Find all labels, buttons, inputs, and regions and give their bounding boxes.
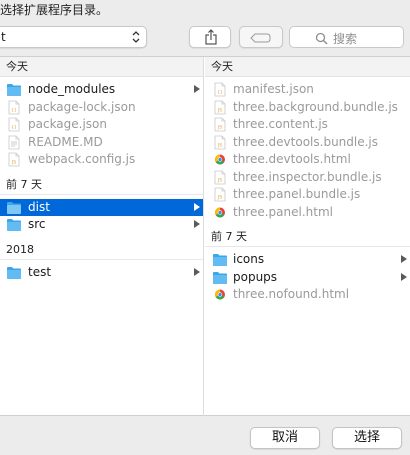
item-label: package-lock.json bbox=[28, 99, 136, 114]
file-item[interactable]: JS three.content.js bbox=[205, 116, 410, 133]
tag-button[interactable] bbox=[239, 26, 283, 48]
item-label: manifest.json bbox=[233, 82, 314, 96]
js-file-icon: JS bbox=[8, 152, 20, 167]
search-icon bbox=[315, 32, 328, 45]
chrome-html-file-icon bbox=[215, 289, 225, 300]
file-item[interactable]: README.MD bbox=[0, 134, 203, 151]
item-label: README.MD bbox=[28, 134, 103, 149]
item-label: three.content.js bbox=[233, 117, 328, 131]
toolbar: t 搜索 bbox=[0, 26, 410, 50]
item-label: src bbox=[28, 217, 46, 231]
folder-item[interactable]: popups bbox=[205, 269, 410, 286]
item-label: three.panel.html bbox=[233, 204, 334, 219]
folder-item[interactable]: src bbox=[0, 216, 203, 233]
item-label: three.background.bundle.js bbox=[233, 99, 398, 114]
section-header: 今天 bbox=[0, 57, 203, 77]
disclosure-arrow-icon bbox=[401, 272, 407, 281]
item-label: package.json bbox=[28, 117, 108, 131]
svg-text:{}: {} bbox=[217, 90, 223, 96]
disclosure-arrow-icon bbox=[401, 255, 407, 263]
folder-icon bbox=[213, 271, 227, 284]
svg-text:JS: JS bbox=[11, 160, 16, 166]
file-item[interactable]: JS three.background.bundle.js bbox=[205, 99, 410, 116]
item-label: three.panel.bundle.js bbox=[233, 187, 361, 201]
json-file-icon: {} bbox=[8, 100, 20, 114]
dialog-title: 选择扩展程序目录。 bbox=[0, 3, 109, 17]
item-label: three.inspector.bundle.js bbox=[233, 169, 382, 184]
item-label: webpack.config.js bbox=[28, 152, 136, 166]
json-file-icon: {} bbox=[8, 117, 20, 132]
section-header: 今天 bbox=[205, 57, 410, 77]
js-file-icon: JS bbox=[214, 100, 226, 114]
file-item[interactable]: three.devtools.html bbox=[205, 151, 410, 168]
file-item[interactable]: three.nofound.html bbox=[205, 286, 410, 303]
choose-button[interactable]: 选择 bbox=[332, 427, 402, 449]
tag-icon bbox=[250, 33, 271, 43]
folder-item[interactable]: dist bbox=[0, 198, 203, 216]
search-field[interactable]: 搜索 bbox=[289, 26, 404, 48]
folder-icon bbox=[7, 266, 21, 279]
svg-text:{}: {} bbox=[11, 125, 17, 131]
js-file-icon: JS bbox=[214, 117, 226, 132]
js-file-icon: JS bbox=[214, 135, 226, 149]
section-header: 前 7 天 bbox=[0, 174, 203, 195]
column-browser: 今天 node_modules {} package-lock.json {} pa… bbox=[0, 56, 410, 416]
svg-text:JS: JS bbox=[217, 125, 222, 131]
cancel-button[interactable]: 取消 bbox=[250, 427, 320, 449]
item-label: three.nofound.html bbox=[233, 287, 350, 301]
column-2[interactable]: 今天 {} manifest.json JS three.background.bu… bbox=[205, 57, 410, 416]
chrome-html-file-icon bbox=[215, 154, 225, 165]
folder-item[interactable]: icons bbox=[205, 251, 410, 268]
up-down-chevron-icon bbox=[132, 31, 140, 43]
folder-icon bbox=[7, 219, 21, 231]
disclosure-arrow-icon bbox=[194, 267, 200, 276]
file-item[interactable]: JS webpack.config.js bbox=[0, 151, 203, 168]
js-file-icon: JS bbox=[214, 170, 226, 184]
item-label: three.devtools.bundle.js bbox=[233, 134, 379, 149]
disclosure-arrow-icon bbox=[194, 202, 200, 211]
share-button[interactable] bbox=[189, 26, 231, 48]
item-label: test bbox=[28, 264, 52, 279]
share-icon bbox=[205, 29, 217, 45]
item-label: three.devtools.html bbox=[233, 152, 351, 166]
file-item[interactable]: JS three.devtools.bundle.js bbox=[205, 134, 410, 151]
svg-text:JS: JS bbox=[217, 107, 222, 113]
column-1[interactable]: 今天 node_modules {} package-lock.json {} pa… bbox=[0, 57, 204, 416]
file-item[interactable]: {} package-lock.json bbox=[0, 99, 203, 116]
json-file-icon: {} bbox=[214, 82, 226, 97]
doc-file-icon bbox=[8, 135, 20, 149]
item-label: icons bbox=[233, 252, 265, 266]
item-label: dist bbox=[28, 199, 50, 214]
disclosure-arrow-icon bbox=[194, 85, 200, 93]
file-item[interactable]: JS three.inspector.bundle.js bbox=[205, 169, 410, 186]
location-value: t bbox=[1, 30, 6, 44]
item-label: node_modules bbox=[28, 82, 116, 96]
folder-item[interactable]: node_modules bbox=[0, 81, 203, 98]
chrome-html-file-icon bbox=[215, 207, 225, 217]
file-item[interactable]: {} package.json bbox=[0, 116, 203, 133]
file-item[interactable]: {} manifest.json bbox=[205, 81, 410, 98]
svg-text:JS: JS bbox=[217, 195, 222, 201]
js-file-icon: JS bbox=[214, 187, 226, 202]
file-item[interactable]: three.panel.html bbox=[205, 204, 410, 221]
folder-icon bbox=[213, 254, 227, 266]
svg-text:JS: JS bbox=[217, 177, 222, 183]
svg-text:{}: {} bbox=[11, 107, 17, 113]
item-label: popups bbox=[233, 269, 278, 284]
location-popup[interactable]: t bbox=[0, 26, 147, 48]
svg-text:JS: JS bbox=[217, 142, 222, 148]
section-header: 前 7 天 bbox=[205, 227, 410, 247]
file-item[interactable]: JS three.panel.bundle.js bbox=[205, 186, 410, 203]
disclosure-arrow-icon bbox=[194, 220, 200, 228]
search-placeholder: 搜索 bbox=[333, 32, 358, 46]
folder-icon bbox=[7, 201, 21, 214]
folder-item[interactable]: test bbox=[0, 264, 203, 281]
section-header: 2018 bbox=[0, 239, 203, 260]
folder-icon bbox=[7, 84, 21, 96]
